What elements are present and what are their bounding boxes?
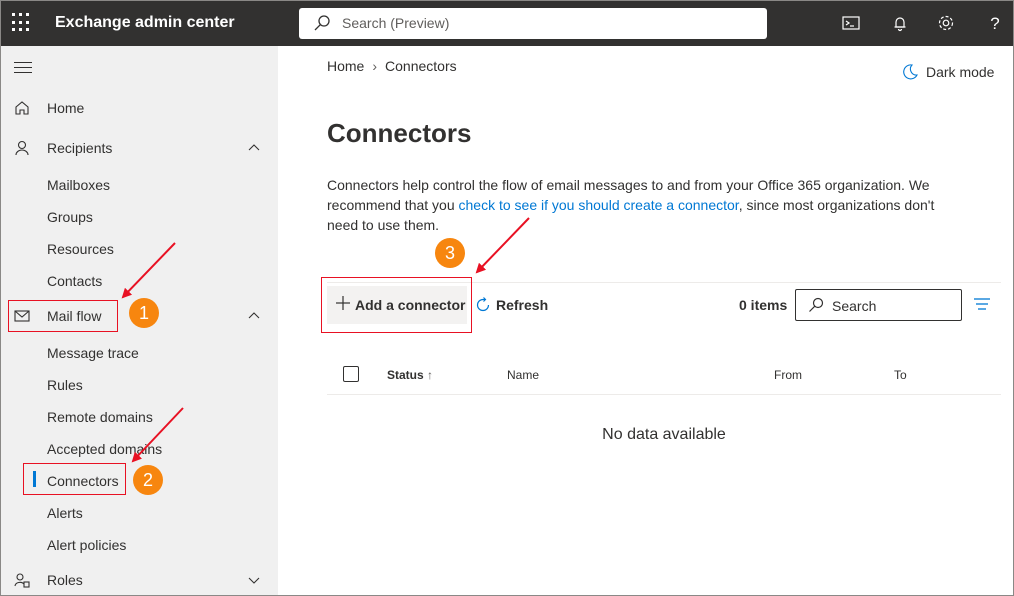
nav-alerts[interactable]: Alerts: [47, 505, 83, 521]
help-icon[interactable]: ?: [985, 13, 1005, 33]
nav-home[interactable]: Home: [1, 93, 278, 123]
collapse-nav-icon[interactable]: [14, 62, 32, 77]
create-connector-help-link[interactable]: check to see if you should create a conn…: [459, 197, 739, 213]
column-from[interactable]: From: [774, 368, 802, 382]
moon-icon: [903, 64, 918, 80]
nav-groups[interactable]: Groups: [47, 209, 93, 225]
nav-home-label: Home: [47, 100, 85, 116]
refresh-icon: [476, 297, 490, 312]
column-to[interactable]: To: [894, 368, 907, 382]
breadcrumb-current: Connectors: [385, 58, 457, 74]
page-description: Connectors help control the flow of emai…: [327, 175, 952, 235]
refresh-button[interactable]: Refresh: [475, 286, 555, 324]
step-badge-3: 3: [435, 238, 465, 268]
notifications-bell-icon[interactable]: [890, 13, 910, 33]
roles-icon: [14, 573, 30, 588]
top-bar: Exchange admin center Search (Preview) ?: [1, 1, 1013, 46]
page-title: Connectors: [327, 118, 472, 148]
step-badge-2: 2: [133, 465, 163, 495]
search-icon: [314, 15, 330, 31]
nav-message-trace[interactable]: Message trace: [47, 345, 139, 361]
items-count: 0 items: [739, 297, 788, 313]
nav-recipients-label: Recipients: [47, 140, 113, 156]
settings-gear-icon[interactable]: [936, 13, 956, 33]
nav-roles-label: Roles: [47, 572, 83, 588]
chevron-up-icon[interactable]: [248, 142, 260, 154]
cloud-shell-icon[interactable]: [841, 13, 861, 33]
step-badge-1: 1: [129, 298, 159, 328]
connector-search-box[interactable]: Search: [795, 289, 962, 321]
column-status-label: Status: [387, 368, 424, 382]
person-icon: [15, 140, 29, 156]
nav-accepted-domains[interactable]: Accepted domains: [47, 441, 162, 457]
column-name[interactable]: Name: [507, 368, 539, 382]
global-search-placeholder: Search (Preview): [342, 15, 450, 31]
app-window: Exchange admin center Search (Preview) ?: [0, 0, 1014, 596]
grid-header: Status ↑ Name From To: [327, 357, 1001, 395]
nav-mailboxes[interactable]: Mailboxes: [47, 177, 110, 193]
nav-resources[interactable]: Resources: [47, 241, 114, 257]
chevron-down-icon[interactable]: [248, 574, 260, 586]
connector-search-label: Search: [832, 298, 877, 314]
breadcrumb: Home › Connectors: [327, 58, 457, 74]
nav-recipients[interactable]: Recipients: [1, 133, 278, 163]
column-status[interactable]: Status ↑: [387, 368, 433, 382]
highlight-add-connector: [321, 277, 472, 333]
dark-mode-label: Dark mode: [926, 64, 995, 80]
empty-state-message: No data available: [602, 426, 726, 443]
app-launcher-icon[interactable]: [12, 13, 32, 33]
chevron-up-icon[interactable]: [248, 310, 260, 322]
breadcrumb-separator-icon: ›: [372, 58, 378, 74]
nav-alert-policies[interactable]: Alert policies: [47, 537, 126, 553]
breadcrumb-home[interactable]: Home: [327, 58, 364, 74]
select-all-checkbox[interactable]: [343, 366, 359, 382]
app-title: Exchange admin center: [55, 14, 235, 31]
nav-remote-domains[interactable]: Remote domains: [47, 409, 153, 425]
highlight-mail-flow: [8, 300, 118, 332]
svg-text:?: ?: [990, 14, 999, 33]
filter-icon[interactable]: [973, 297, 991, 311]
nav-rules[interactable]: Rules: [47, 377, 83, 393]
refresh-label: Refresh: [496, 297, 549, 313]
nav-roles[interactable]: Roles: [1, 565, 278, 595]
home-icon: [15, 101, 29, 115]
global-search-box[interactable]: Search (Preview): [299, 8, 767, 39]
highlight-connectors: [23, 463, 126, 495]
sort-ascending-icon: ↑: [427, 368, 434, 382]
nav-contacts[interactable]: Contacts: [47, 273, 102, 289]
search-icon: [809, 297, 824, 312]
